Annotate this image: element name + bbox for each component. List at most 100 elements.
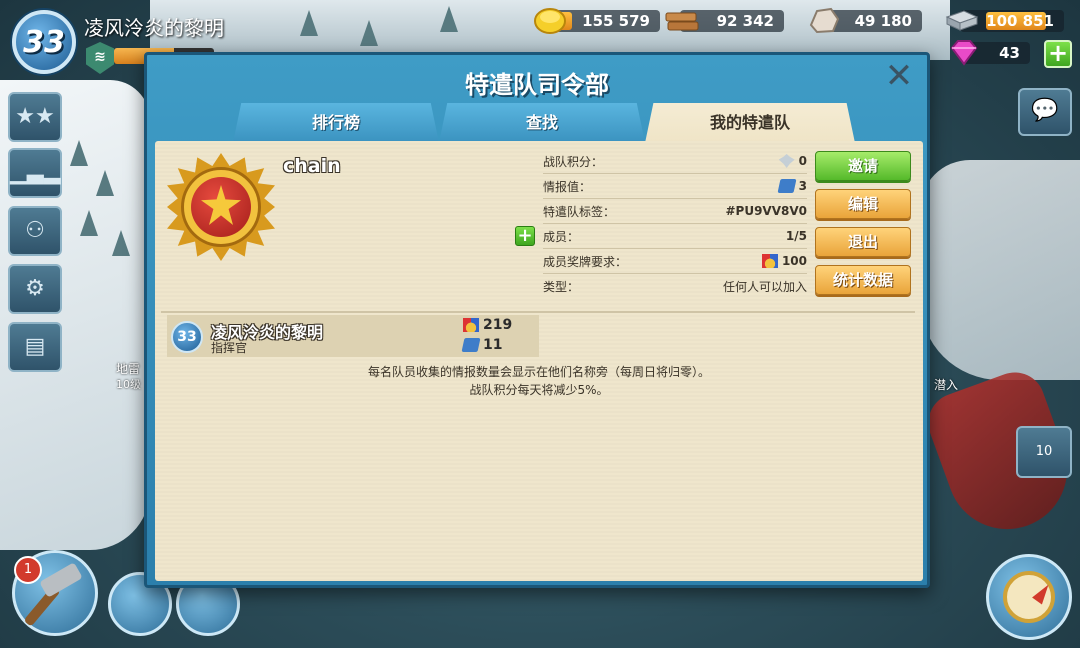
medal-icon bbox=[463, 318, 479, 332]
wood-counter[interactable]: 92 342 bbox=[665, 10, 784, 32]
divider bbox=[161, 311, 915, 313]
wood-value: 92 342 bbox=[716, 12, 774, 30]
stat-label: 成员： bbox=[543, 229, 580, 244]
member-level-badge: 33 bbox=[171, 321, 203, 353]
stat-value-wrap: 0 bbox=[778, 154, 807, 168]
diamond-icon bbox=[946, 34, 982, 70]
stat-value-wrap: 3 bbox=[777, 179, 807, 193]
task-force-name: chain bbox=[283, 155, 341, 177]
stat-value: #PU9VV8V0 bbox=[725, 204, 807, 218]
tree bbox=[360, 20, 378, 46]
stat-value: 100 bbox=[781, 254, 807, 268]
tree bbox=[300, 10, 318, 36]
stat-row-team-score: 战队积分： 0 bbox=[543, 149, 807, 174]
my-task-force-panel: chain 战队积分： 0 情报值： 3 特遣队标签： #PU9VV8V0 + … bbox=[155, 141, 923, 581]
snow-field-right bbox=[920, 160, 1080, 380]
add-member-button[interactable]: + bbox=[515, 226, 535, 246]
invite-button[interactable]: 邀请 bbox=[815, 151, 911, 181]
gem-counter[interactable]: 43 bbox=[950, 40, 1030, 66]
tree bbox=[70, 140, 88, 166]
leaderboard-button[interactable]: ▁▃▂ bbox=[8, 148, 62, 198]
member-row[interactable]: 33 凌风泠炎的黎明 指挥官 219 11 bbox=[167, 315, 539, 357]
stat-value: 任何人可以加入 bbox=[722, 280, 807, 294]
member-intel-count: 11 bbox=[483, 337, 503, 353]
stat-row-members: + 成员： 1/5 bbox=[515, 224, 807, 249]
player-level-badge[interactable]: 33 bbox=[12, 10, 76, 74]
stat-value-wrap: 100 bbox=[761, 254, 807, 268]
newspaper-icon: ▤ bbox=[24, 334, 46, 359]
stat-label: 类型： bbox=[543, 280, 580, 294]
tree bbox=[96, 170, 114, 196]
info-line-1: 每名队员收集的情报数量会显示在他们名称旁（每周日将归零）。 bbox=[367, 365, 710, 379]
stat-value: 3 bbox=[798, 179, 807, 193]
task-force-stats: 战队积分： 0 情报值： 3 特遣队标签： #PU9VV8V0 + 成员： 1/… bbox=[515, 149, 807, 299]
stat-row-type: 类型： 任何人可以加入 bbox=[543, 274, 807, 299]
stone-counter[interactable]: 49 180 bbox=[809, 7, 922, 34]
close-button[interactable]: ✕ bbox=[883, 59, 915, 93]
gold-icon bbox=[532, 2, 568, 38]
podium-icon: ▁▃▂ bbox=[10, 160, 61, 185]
tree bbox=[80, 210, 98, 236]
mine-label: 地雷 bbox=[116, 362, 141, 376]
tree bbox=[440, 6, 458, 32]
mine-level-label: 10级 bbox=[116, 378, 141, 391]
gem-value: 43 bbox=[999, 44, 1020, 62]
build-badge: 1 bbox=[14, 556, 42, 584]
wing-icon bbox=[778, 154, 795, 168]
iron-icon bbox=[944, 2, 980, 38]
stat-row-intel: 情报值： 3 bbox=[543, 174, 807, 199]
edit-button[interactable]: 编辑 bbox=[815, 189, 911, 219]
stat-label: 成员奖牌要求： bbox=[543, 254, 628, 269]
infiltrate-label: 潜入 bbox=[934, 378, 959, 392]
settings-button[interactable]: ⚙ bbox=[8, 264, 62, 314]
achievements-button[interactable]: ★★ bbox=[8, 92, 62, 142]
tab-search[interactable]: 查找 bbox=[439, 103, 645, 143]
stat-label: 特遣队标签： bbox=[543, 204, 616, 219]
group-icon: ⚇ bbox=[25, 218, 45, 243]
tree bbox=[112, 230, 130, 256]
wood-icon bbox=[664, 2, 700, 38]
task-force-emblem-icon bbox=[167, 153, 275, 261]
gear-icon: ⚙ bbox=[25, 276, 45, 301]
tab-my-task-force[interactable]: 我的特遣队 bbox=[645, 103, 855, 143]
player-name: 凌风泠炎的黎明 bbox=[84, 16, 224, 40]
chat-bubble-icon: 💬 bbox=[1031, 98, 1059, 123]
stat-row-medal-requirement: 成员奖牌要求： 100 bbox=[543, 249, 807, 274]
intel-icon bbox=[777, 179, 797, 193]
stone-value: 49 180 bbox=[854, 12, 912, 30]
stat-label: 战队积分： bbox=[543, 154, 604, 169]
info-text: 每名队员收集的情报数量会显示在他们名称旁（每周日将归零）。 战队积分每天将减少5… bbox=[155, 363, 923, 399]
news-button[interactable]: ▤ bbox=[8, 322, 62, 372]
member-role: 指挥官 bbox=[211, 341, 248, 355]
stone-icon bbox=[806, 2, 842, 38]
quit-button[interactable]: 退出 bbox=[815, 227, 911, 257]
resource-reward-button[interactable]: 10 bbox=[1016, 426, 1072, 478]
explore-button[interactable] bbox=[986, 554, 1072, 640]
compass-icon bbox=[1003, 571, 1055, 623]
stat-label: 情报值： bbox=[543, 179, 592, 194]
task-force-button[interactable]: ⚇ bbox=[8, 206, 62, 256]
member-intel: 11 bbox=[461, 337, 503, 353]
member-medals: 219 bbox=[463, 317, 512, 333]
chat-button[interactable]: 💬 bbox=[1018, 88, 1072, 136]
medal-icon bbox=[761, 254, 778, 268]
stars-icon: ★★ bbox=[15, 104, 55, 129]
iron-value: 100 851 bbox=[986, 12, 1054, 30]
stat-row-tag: 特遣队标签： #PU9VV8V0 bbox=[543, 199, 807, 224]
info-line-2: 战队积分每天将减少5%。 bbox=[469, 383, 609, 397]
gold-counter[interactable]: 155 579 bbox=[534, 8, 660, 34]
dialog-title: 特遣队司令部 bbox=[465, 71, 609, 99]
gold-value: 155 579 bbox=[582, 12, 650, 30]
task-force-hq-dialog: 特遣队司令部 ✕ 排行榜 查找 我的特遣队 chain 战队积分： 0 情报值：… bbox=[144, 52, 930, 588]
reward-count: 10 bbox=[1035, 444, 1053, 459]
stat-value: 0 bbox=[798, 154, 807, 168]
buy-gems-button[interactable]: + bbox=[1044, 40, 1072, 68]
statistics-button[interactable]: 统计数据 bbox=[815, 265, 911, 295]
tab-leaderboard[interactable]: 排行榜 bbox=[233, 103, 439, 143]
member-medal-count: 219 bbox=[483, 317, 513, 333]
iron-counter[interactable]: 100 851 bbox=[945, 10, 1064, 32]
compass-needle bbox=[1032, 581, 1054, 605]
intel-icon bbox=[461, 338, 481, 352]
stat-value: 1/5 bbox=[785, 229, 807, 243]
rank-icon[interactable]: ≋ bbox=[86, 42, 114, 74]
